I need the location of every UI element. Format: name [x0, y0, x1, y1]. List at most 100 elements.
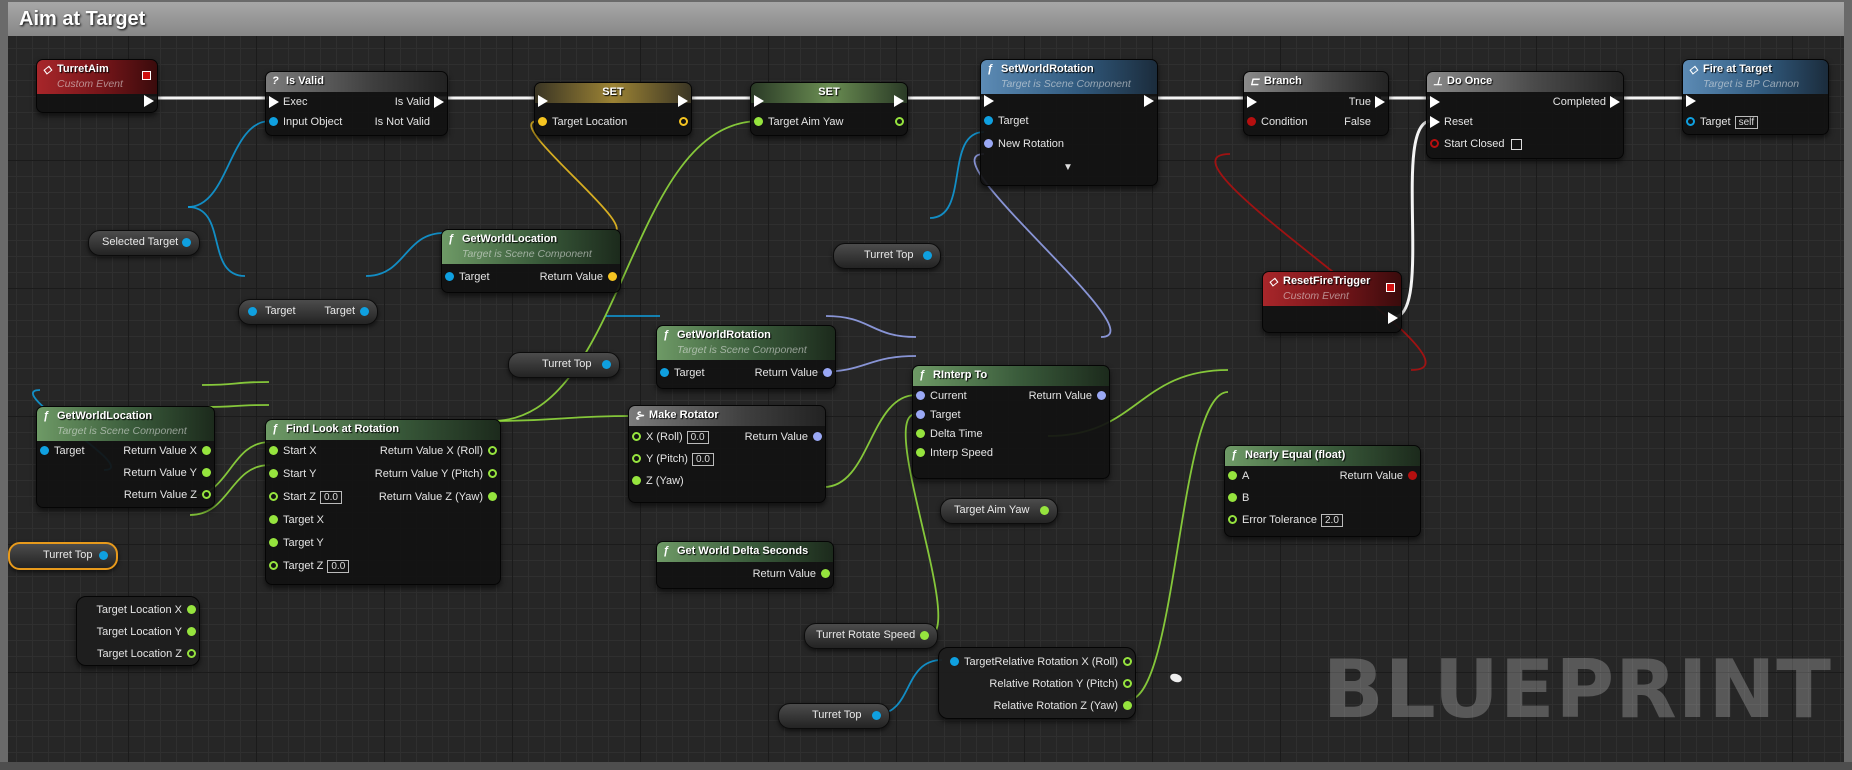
relative-rotation-z-pin[interactable]: Relative Rotation Z (Yaw)	[993, 699, 1135, 713]
exec-output-pin[interactable]	[890, 94, 907, 108]
target-input-pin[interactable]: Target self	[1683, 115, 1759, 129]
start-x-input-pin[interactable]: Start X	[266, 444, 317, 458]
target-x-input-pin[interactable]: Target X	[266, 513, 324, 527]
node-turret-aim-event[interactable]: ◇ TurretAim Custom Event	[36, 59, 158, 113]
input-object-pin[interactable]: Input Object	[266, 115, 342, 129]
exec-input-pin[interactable]	[535, 94, 552, 108]
x-roll-input-pin[interactable]: X (Roll) 0.0	[629, 430, 709, 444]
return-roll-output-pin[interactable]: Return Value X (Roll)	[380, 444, 500, 458]
node-branch[interactable]: ⊏ Branch Condition True False	[1243, 71, 1389, 136]
node-make-rotator[interactable]: ⊱ Make Rotator X (Roll) 0.0 Y (Pitch) 0.0 …	[628, 405, 826, 503]
variable-turret-top-selected[interactable]: Turret Top	[8, 542, 118, 570]
node-is-valid[interactable]: ? Is Valid Exec Input Object Is Valid Is…	[265, 71, 448, 136]
exec-output-pin[interactable]	[674, 94, 691, 108]
return-value-x-pin[interactable]: Return Value X	[123, 444, 214, 458]
exec-input-pin[interactable]: Exec	[266, 95, 307, 109]
exec-output-pin[interactable]	[1811, 94, 1828, 108]
variable-turret-top-1[interactable]: Turret Top	[833, 243, 941, 269]
target-input-pin[interactable]: Target	[981, 114, 1029, 128]
node-find-look-at-rotation[interactable]: ƒ Find Look at Rotation Start X Start Y …	[265, 419, 501, 585]
exec-input-pin[interactable]	[981, 94, 998, 108]
return-value-output-pin[interactable]: Return Value	[745, 430, 825, 444]
exec-input-pin[interactable]	[1683, 94, 1700, 108]
delegate-pin-icon[interactable]	[142, 71, 151, 80]
node-set-world-rotation[interactable]: ƒ SetWorldRotation Target is Scene Compo…	[980, 59, 1158, 186]
node-nearly-equal-float[interactable]: ƒ Nearly Equal (float) A B Error Toleran…	[1224, 445, 1421, 537]
node-target-getter[interactable]: Target Target	[238, 299, 378, 325]
target-location-x-pin[interactable]: Target Location X	[96, 603, 199, 617]
variable-turret-rotate-speed[interactable]: Turret Rotate Speed	[804, 623, 938, 649]
return-yaw-output-pin[interactable]: Return Value Z (Yaw)	[379, 490, 500, 504]
return-value-output-pin[interactable]: Return Value	[1029, 389, 1109, 403]
node-do-once[interactable]: ⊥ Do Once Reset Start Closed Completed	[1426, 71, 1624, 159]
current-input-pin[interactable]: Current	[913, 389, 967, 403]
node-break-target-location[interactable]: Target Location X Target Location Y Targ…	[76, 596, 200, 666]
target-z-input-pin[interactable]: Target Z 0.0	[266, 559, 350, 573]
target-input-pin[interactable]: Target	[947, 655, 995, 669]
is-valid-exec-pin[interactable]: Is Valid	[395, 95, 447, 109]
start-z-input-pin[interactable]: Start Z 0.0	[266, 490, 342, 504]
target-location-output-pin[interactable]	[674, 115, 691, 129]
node-rinterp-to[interactable]: ƒ RInterp To Current Target Delta Time I…	[912, 365, 1110, 479]
target-input-pin[interactable]: Target	[37, 444, 85, 458]
return-value-output-pin[interactable]: Return Value	[540, 270, 620, 284]
interp-speed-input-pin[interactable]: Interp Speed	[913, 446, 993, 460]
return-value-output-pin[interactable]: Return Value	[1340, 469, 1420, 483]
is-not-valid-exec-pin[interactable]: Is Not Valid	[375, 115, 447, 129]
variable-turret-top-3[interactable]: Turret Top	[778, 703, 890, 729]
return-value-output-pin[interactable]: Return Value	[755, 366, 835, 380]
completed-exec-pin[interactable]: Completed	[1553, 95, 1623, 109]
node-set-target-location[interactable]: SET Target Location	[534, 82, 692, 136]
target-input-pin[interactable]: Target	[913, 408, 961, 422]
delta-time-input-pin[interactable]: Delta Time	[913, 427, 983, 441]
return-value-z-pin[interactable]: Return Value Z	[124, 488, 214, 502]
target-input-pin[interactable]: Target	[657, 366, 705, 380]
target-aim-yaw-input-pin[interactable]: Target Aim Yaw	[751, 115, 843, 129]
node-reset-fire-trigger-event[interactable]: ◇ ResetFireTrigger Custom Event	[1262, 271, 1402, 333]
variable-target-aim-yaw[interactable]: Target Aim Yaw	[940, 498, 1058, 524]
y-pitch-input-pin[interactable]: Y (Pitch) 0.0	[629, 452, 714, 466]
start-closed-pin[interactable]: Start Closed	[1427, 137, 1522, 151]
exec-input-pin[interactable]	[1244, 95, 1261, 109]
target-input-pin[interactable]: Target	[442, 270, 490, 284]
relative-rotation-y-pin[interactable]: Relative Rotation Y (Pitch)	[989, 677, 1135, 691]
target-y-input-pin[interactable]: Target Y	[266, 536, 324, 550]
delegate-pin-icon[interactable]	[1386, 283, 1395, 292]
node-fire-at-target[interactable]: ◇ Fire at Target Target is BP Cannon Tar…	[1682, 59, 1829, 135]
reset-exec-pin[interactable]: Reset	[1427, 115, 1473, 129]
node-get-relative-rotation[interactable]: Target Relative Rotation X (Roll) Relati…	[938, 647, 1136, 719]
variable-turret-top-2[interactable]: Turret Top	[508, 352, 620, 378]
node-get-world-rotation[interactable]: ƒ GetWorldRotation Target is Scene Compo…	[656, 325, 836, 389]
exec-input-pin[interactable]	[1427, 95, 1444, 109]
node-set-target-aim-yaw[interactable]: SET Target Aim Yaw	[750, 82, 908, 136]
exec-output-pin[interactable]	[140, 94, 157, 108]
exec-output-pin[interactable]	[1384, 311, 1401, 325]
target-location-y-pin[interactable]: Target Location Y	[97, 625, 199, 639]
error-tolerance-input-pin[interactable]: Error Tolerance 2.0	[1225, 513, 1343, 527]
target-location-input-pin[interactable]: Target Location	[535, 115, 627, 129]
false-exec-pin[interactable]: False	[1344, 115, 1388, 129]
true-exec-pin[interactable]: True	[1349, 95, 1388, 109]
exec-output-pin[interactable]	[1140, 94, 1157, 108]
relative-rotation-x-pin[interactable]: Relative Rotation X (Roll)	[995, 655, 1136, 669]
return-pitch-output-pin[interactable]: Return Value Y (Pitch)	[375, 467, 500, 481]
node-get-world-location-turret[interactable]: ƒ GetWorldLocation Target is Scene Compo…	[36, 406, 215, 508]
condition-input-pin[interactable]: Condition	[1244, 115, 1307, 129]
start-closed-checkbox[interactable]	[1510, 138, 1522, 150]
expand-arrow-icon[interactable]: ▼	[1063, 162, 1073, 173]
variable-selected-target[interactable]: Selected Target	[88, 230, 200, 256]
return-value-output-pin[interactable]: Return Value	[753, 567, 833, 581]
new-rotation-input-pin[interactable]: New Rotation	[981, 137, 1064, 151]
a-input-pin[interactable]: A	[1225, 469, 1249, 483]
self-value[interactable]: self	[1734, 115, 1759, 129]
target-location-z-pin[interactable]: Target Location Z	[97, 647, 199, 661]
b-input-pin[interactable]: B	[1225, 491, 1249, 505]
return-value-y-pin[interactable]: Return Value Y	[123, 466, 214, 480]
blueprint-graph-canvas[interactable]: ◇ TurretAim Custom Event ? Is Valid Exec…	[8, 36, 1844, 762]
node-get-world-delta-seconds[interactable]: ƒ Get World Delta Seconds Return Value	[656, 541, 834, 589]
node-get-world-location-target[interactable]: ƒ GetWorldLocation Target is Scene Compo…	[441, 229, 621, 293]
z-yaw-input-pin[interactable]: Z (Yaw)	[629, 474, 684, 488]
target-aim-yaw-output-pin[interactable]	[890, 115, 907, 129]
start-y-input-pin[interactable]: Start Y	[266, 467, 316, 481]
exec-input-pin[interactable]	[751, 94, 768, 108]
